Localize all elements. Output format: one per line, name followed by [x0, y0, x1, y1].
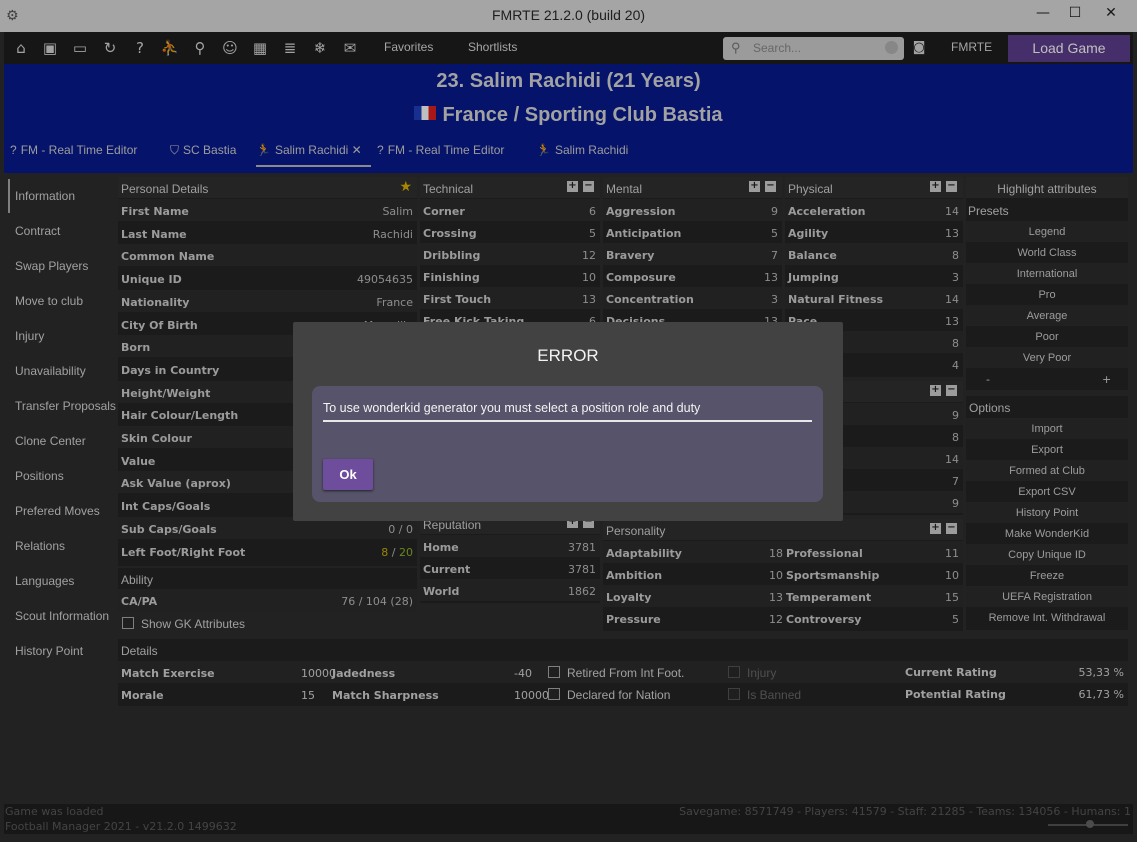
dialog-title: ERROR — [537, 346, 599, 365]
error-dialog: ERROR To use wonderkid generator you mus… — [293, 322, 843, 521]
dialog-body: To use wonderkid generator you must sele… — [312, 386, 823, 502]
app-window: ⚙ FMRTE 21.2.0 (build 20) — ☐ ✕ ⌂ ▣ ▭ ↻ … — [0, 0, 1137, 842]
ok-button[interactable]: Ok — [323, 459, 373, 490]
dialog-message: To use wonderkid generator you must sele… — [323, 401, 812, 422]
